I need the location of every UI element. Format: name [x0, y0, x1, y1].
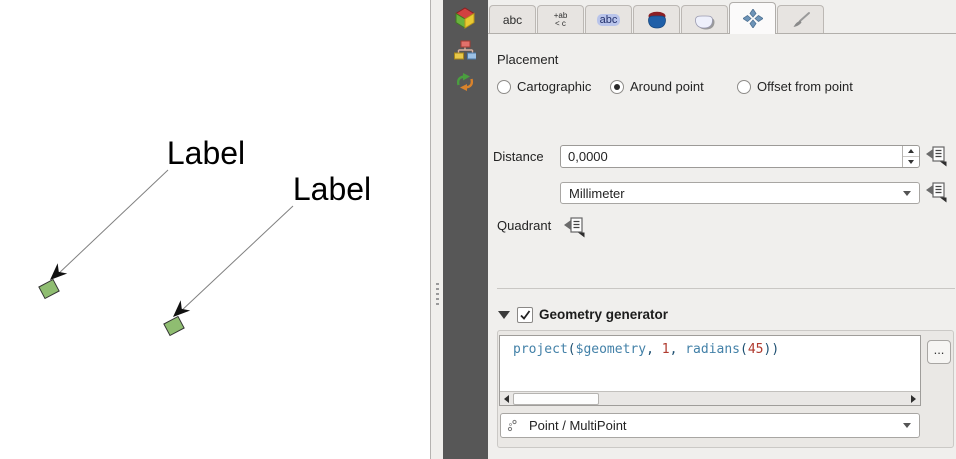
panel-splitter[interactable] — [431, 0, 443, 459]
unit-data-defined-override-button[interactable] — [926, 181, 950, 203]
shadow-blob-icon — [693, 11, 717, 30]
quadrant-data-defined-override-button[interactable] — [564, 216, 588, 238]
distance-unit-combobox[interactable]: Millimeter — [560, 182, 920, 204]
diagram-icon[interactable] — [454, 40, 478, 64]
expression-builder-button[interactable]: ... — [927, 340, 951, 364]
point-marker — [39, 280, 59, 299]
radio-circle-icon — [610, 80, 624, 94]
radio-circle-icon — [497, 80, 511, 94]
map-canvas: Label Label — [0, 0, 431, 459]
scroll-left-button[interactable] — [500, 392, 513, 406]
symbology-cube-icon[interactable] — [454, 7, 478, 31]
settings-sidebar — [443, 0, 488, 459]
geometry-generator-title: Geometry generator — [539, 307, 668, 322]
collapse-triangle-icon[interactable] — [498, 311, 510, 319]
quadrant-label: Quadrant — [497, 218, 551, 233]
actions-arrows-icon[interactable] — [454, 72, 478, 96]
distance-spinbox — [560, 145, 920, 168]
expression-code: project($geometry, 1, radians(45)) — [500, 336, 920, 357]
scroll-left-icon — [504, 395, 509, 403]
leader-line — [57, 170, 168, 275]
tab-shadow[interactable] — [681, 5, 728, 34]
geometry-generator-checkbox[interactable] — [517, 307, 533, 323]
map-label-text: Label — [293, 171, 371, 207]
label-settings-panel: abc +ab< c abc — [488, 0, 956, 459]
spin-up-icon — [908, 149, 914, 153]
radio-cartographic[interactable]: Cartographic — [497, 79, 591, 94]
expression-editor[interactable]: project($geometry, 1, radians(45)) — [500, 336, 920, 391]
tab-formatting[interactable]: +ab< c — [537, 5, 584, 34]
leader-line — [180, 206, 293, 312]
checkmark-icon — [518, 308, 532, 322]
tab-buffer[interactable]: abc — [585, 5, 632, 34]
points-icon — [507, 418, 521, 434]
spin-up-button[interactable] — [903, 146, 919, 157]
geometry-type-combobox[interactable]: Point / MultiPoint — [500, 413, 920, 438]
scroll-right-icon — [911, 395, 916, 403]
expression-editor-frame: project($geometry, 1, radians(45)) — [499, 335, 921, 406]
tab-rendering[interactable] — [777, 5, 824, 34]
radio-around-point[interactable]: Around point — [610, 79, 704, 94]
distance-spinner — [902, 146, 919, 167]
spin-down-button[interactable] — [903, 157, 919, 167]
qgis-label-settings-window: Label Label — [0, 0, 956, 459]
map-label-text: Label — [167, 135, 245, 171]
placement-section-label: Placement — [497, 52, 558, 67]
label-preview-graphic: Label Label — [0, 0, 431, 459]
tab-background[interactable] — [633, 5, 680, 34]
radio-circle-icon — [737, 80, 751, 94]
chevron-down-icon — [903, 423, 911, 428]
section-separator — [497, 288, 955, 289]
horizontal-scrollbar[interactable] — [500, 391, 920, 405]
tab-text[interactable]: abc — [489, 5, 536, 34]
point-marker — [164, 317, 184, 336]
tab-placement[interactable] — [729, 2, 776, 34]
distance-input[interactable] — [561, 146, 902, 167]
chevron-down-icon — [903, 191, 911, 196]
radio-offset-from-point[interactable]: Offset from point — [737, 79, 853, 94]
spin-down-icon — [908, 160, 914, 164]
scroll-right-button[interactable] — [907, 392, 920, 406]
background-blob-icon — [646, 11, 668, 29]
paintbrush-icon — [791, 11, 811, 29]
splitter-handle-icon[interactable] — [436, 283, 439, 305]
distance-label: Distance — [493, 149, 544, 164]
distance-data-defined-override-button[interactable] — [926, 145, 950, 167]
placement-arrows-icon — [743, 9, 763, 28]
scrollbar-thumb[interactable] — [513, 393, 599, 405]
label-settings-tabbar: abc +ab< c abc — [488, 0, 956, 34]
